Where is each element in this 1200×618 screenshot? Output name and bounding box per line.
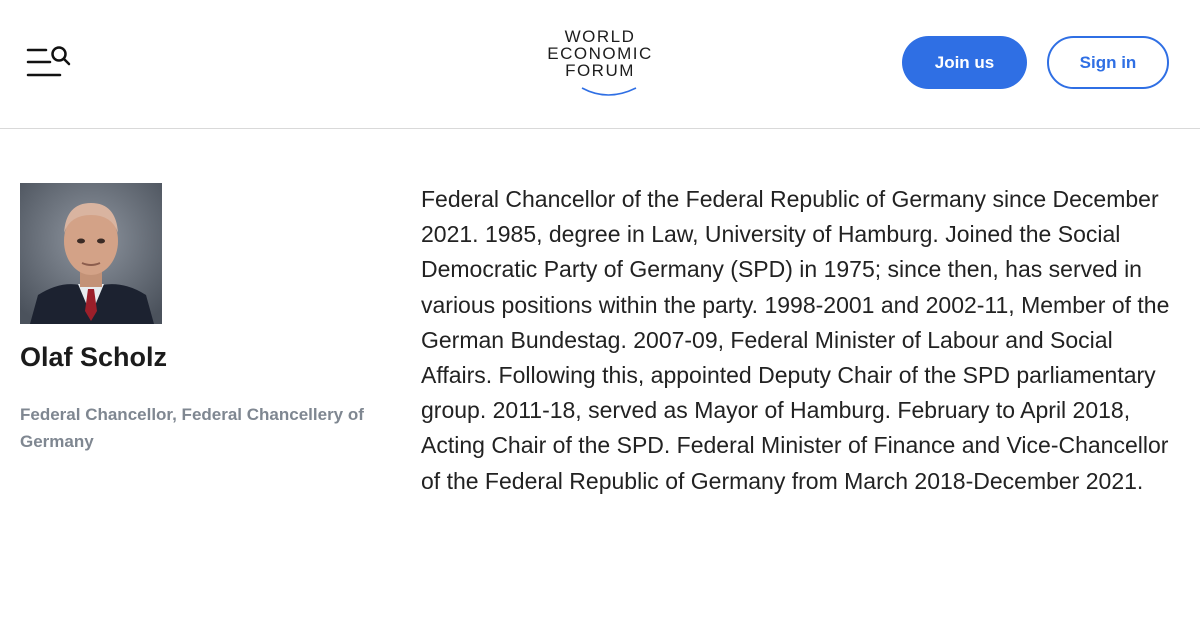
site-header: WORLD ECONOMIC FORUM Join us Sign in	[0, 0, 1200, 129]
logo-line-world: WORLD	[564, 27, 636, 46]
sign-in-button[interactable]: Sign in	[1047, 36, 1169, 89]
logo-line-forum: FORUM	[565, 61, 635, 80]
logo-arc-icon	[581, 87, 637, 96]
logo-line-economic: ECONOMIC	[547, 44, 653, 63]
profile-portrait	[20, 183, 162, 324]
portrait-image	[20, 183, 162, 324]
join-us-button[interactable]: Join us	[902, 36, 1027, 89]
profile-name: Olaf Scholz	[20, 342, 168, 372]
menu-search-button[interactable]	[26, 44, 74, 80]
profile-bio: Federal Chancellor of the Federal Republ…	[421, 186, 1170, 494]
profile-role: Federal Chancellor, Federal Chancellery …	[20, 405, 364, 451]
wef-logo[interactable]: WORLD ECONOMIC FORUM	[540, 28, 660, 100]
menu-search-icon	[26, 46, 71, 77]
